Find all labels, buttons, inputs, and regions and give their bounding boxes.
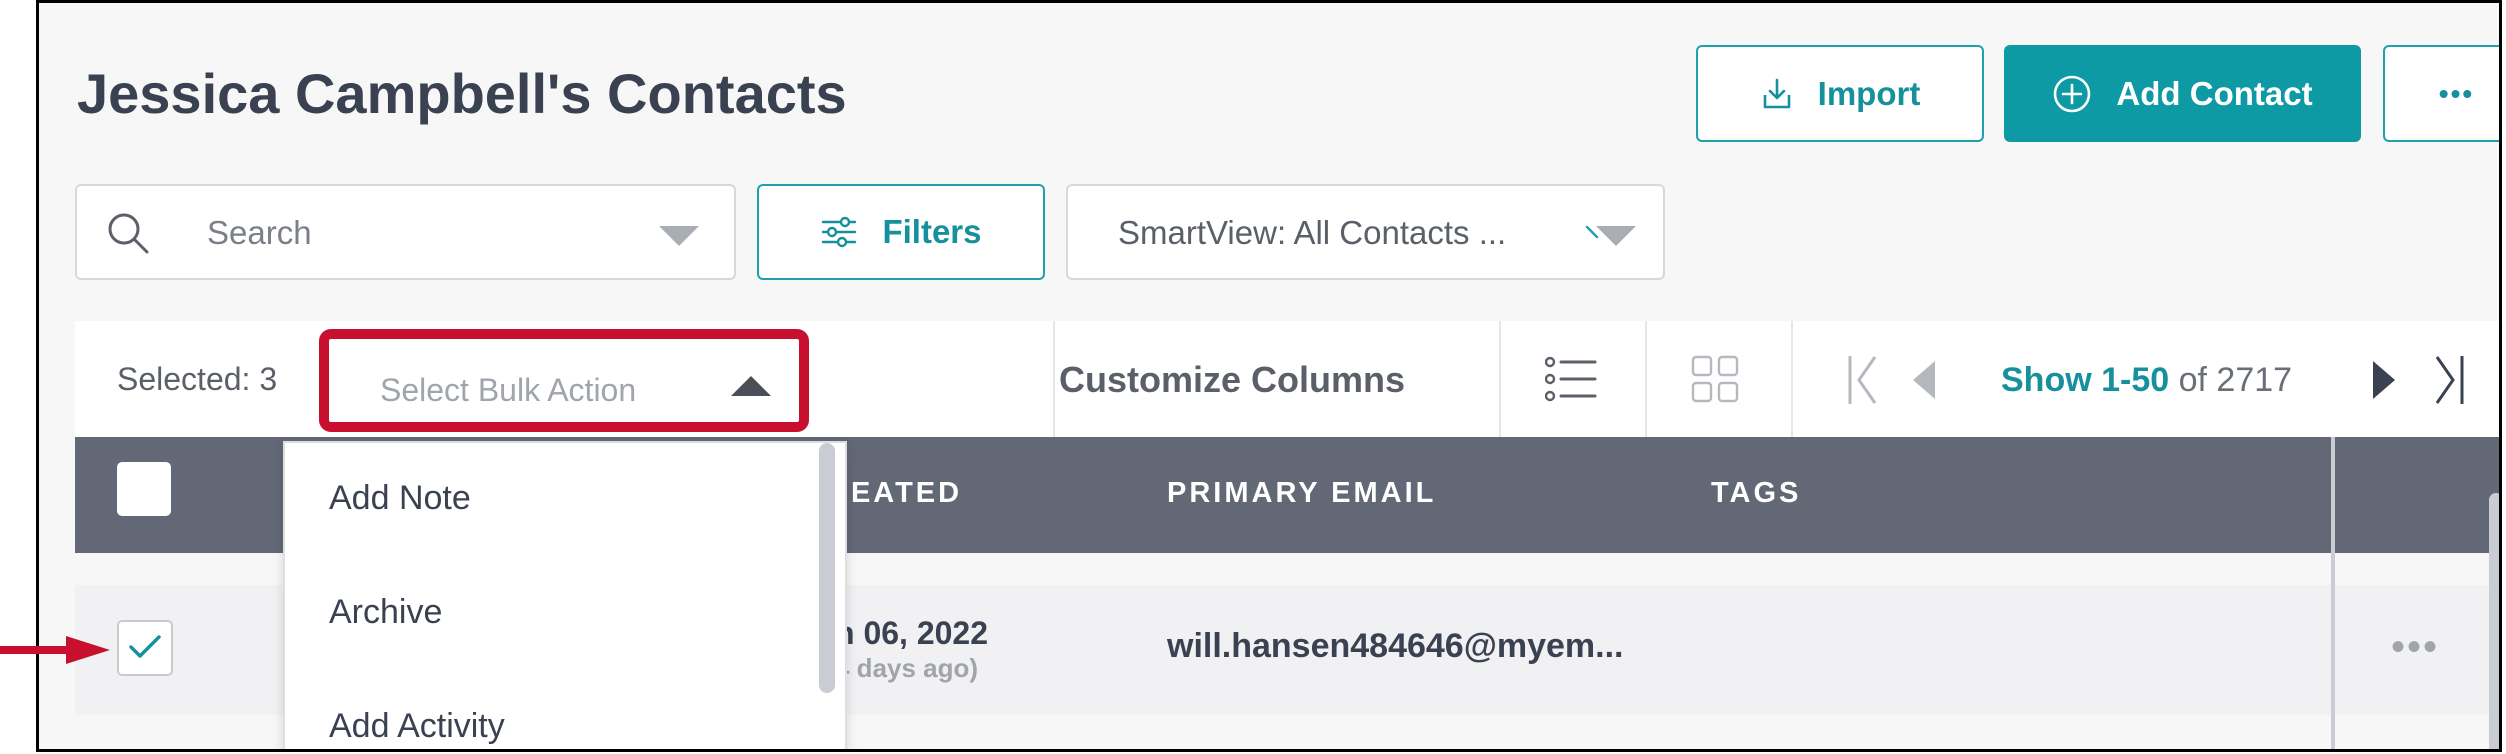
divider — [1791, 321, 1793, 437]
table-scrollbar[interactable] — [2489, 493, 2499, 749]
bulk-action-menu: Add Note Archive Add Activity — [283, 441, 847, 749]
add-contact-label: Add Contact — [2116, 74, 2313, 112]
last-page-icon[interactable] — [2427, 353, 2467, 407]
bulk-action-select[interactable]: Select Bulk Action — [319, 329, 809, 432]
smartview-label: SmartView: All Contacts ... — [1118, 214, 1507, 251]
menu-scrollbar[interactable] — [819, 443, 835, 693]
more-options-icon: ••• — [2438, 77, 2475, 109]
arrow-pointer-icon — [0, 636, 110, 664]
list-view-icon[interactable] — [1545, 355, 1599, 403]
selected-count: Selected: 3 — [117, 361, 278, 397]
smartview-select[interactable]: SmartView: All Contacts ... — [1066, 184, 1665, 280]
divider — [1053, 321, 1055, 437]
divider — [1645, 321, 1647, 437]
search-icon — [108, 213, 149, 254]
column-header-tags[interactable]: TAGS — [1711, 477, 1801, 510]
more-options-button[interactable]: ••• — [2383, 45, 2499, 142]
filters-icon — [822, 216, 857, 248]
column-divider — [2331, 437, 2335, 749]
table-toolbar: Selected: 3 Select Bulk Action Customize… — [75, 321, 2499, 438]
caret-up-icon — [731, 376, 771, 396]
divider — [1499, 321, 1501, 437]
page-title: Jessica Campbell's Contacts — [77, 62, 847, 125]
checkmark-icon — [129, 635, 161, 658]
chevron-down-icon[interactable] — [659, 226, 699, 246]
row-created-ago: 4 days ago) — [835, 653, 979, 683]
filters-label: Filters — [882, 213, 982, 250]
chevron-down-icon[interactable] — [1596, 226, 1636, 246]
customize-columns-button[interactable]: Customize Columns — [1059, 359, 1405, 401]
row-created-date: n 06, 2022 — [835, 615, 988, 651]
pagination-range: Show 1-50 — [2001, 361, 2170, 399]
row-checkbox[interactable] — [117, 620, 173, 676]
menu-item-add-note[interactable]: Add Note — [329, 479, 471, 518]
column-header-created[interactable]: REATED — [827, 477, 962, 510]
import-button[interactable]: Import — [1696, 45, 1984, 142]
filters-button[interactable]: Filters — [757, 184, 1045, 280]
search-input[interactable]: Search — [207, 214, 312, 252]
menu-item-add-activity[interactable]: Add Activity — [329, 707, 505, 746]
row-primary-email[interactable]: will.hansen484646@myem... — [1167, 627, 1624, 666]
column-header-primary-email[interactable]: PRIMARY EMAIL — [1167, 477, 1436, 510]
grid-view-icon[interactable] — [1691, 355, 1739, 403]
app-frame: Jessica Campbell's Contacts Import Add C… — [36, 0, 2502, 752]
pagination-text: Show 1-50 of 2717 — [2001, 361, 2292, 400]
pagination-total: of 2717 — [2178, 361, 2293, 399]
import-label: Import — [1817, 74, 1921, 112]
download-icon — [1763, 78, 1790, 108]
plus-circle-icon — [2054, 75, 2091, 112]
bulk-action-placeholder: Select Bulk Action — [380, 372, 637, 408]
next-page-icon[interactable] — [2371, 361, 2397, 399]
menu-item-archive[interactable]: Archive — [329, 593, 442, 632]
select-all-checkbox[interactable] — [117, 462, 171, 516]
first-page-icon[interactable] — [1845, 353, 1885, 407]
search-box[interactable]: Search — [75, 184, 736, 280]
add-contact-button[interactable]: Add Contact — [2004, 45, 2361, 142]
row-more-button[interactable]: ••• — [2391, 625, 2439, 670]
prev-page-icon[interactable] — [1911, 361, 1937, 399]
